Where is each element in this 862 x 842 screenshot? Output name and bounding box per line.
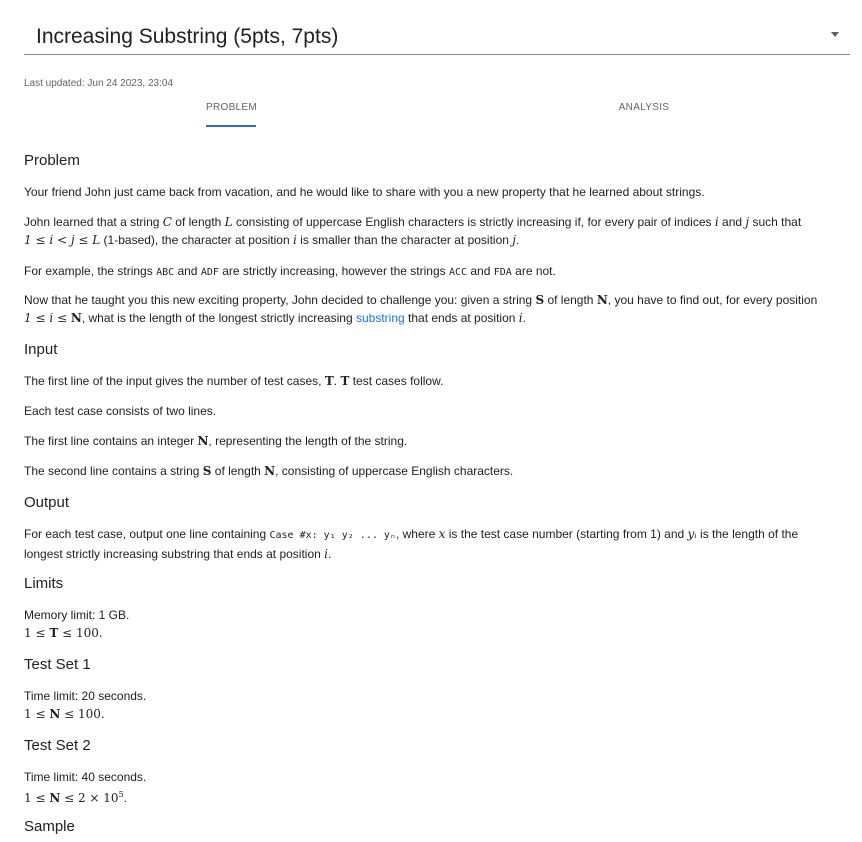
output-paragraph: For each test case, output one line cont…	[24, 527, 799, 561]
input-line-4: The second line contains a string S of l…	[24, 464, 514, 478]
heading-test-set-1: Test Set 1	[24, 656, 91, 673]
test-set-1-block: Time limit: 20 seconds. 1 ≤ N ≤ 100.	[24, 689, 147, 721]
substring-link[interactable]: substring	[356, 311, 405, 325]
input-line-3: The first line contains an integer N, re…	[24, 434, 408, 448]
problem-selector[interactable]: Increasing Substring (5pts, 7pts)	[24, 20, 850, 55]
problem-paragraph-4: Now that he taught you this new exciting…	[24, 293, 818, 325]
input-line-2: Each test case consists of two lines.	[24, 404, 217, 418]
problem-paragraph-3: For example, the strings ABC and ADF are…	[24, 264, 556, 278]
heading-input: Input	[24, 341, 58, 358]
heading-output: Output	[24, 494, 70, 511]
problem-paragraph-1: Your friend John just came back from vac…	[24, 185, 705, 199]
problem-title: Increasing Substring (5pts, 7pts)	[36, 25, 339, 48]
tab-problem[interactable]: PROBLEM	[206, 102, 257, 113]
heading-limits: Limits	[24, 575, 64, 592]
heading-problem: Problem	[24, 152, 80, 169]
active-tab-indicator	[206, 125, 256, 127]
test-set-2-block: Time limit: 40 seconds. 1 ≤ N ≤ 2 × 105.	[24, 770, 147, 805]
input-line-1: The first line of the input gives the nu…	[24, 374, 444, 388]
problem-paragraph-2: John learned that a string C of length L…	[24, 215, 802, 247]
dropdown-arrow-icon[interactable]	[831, 32, 839, 37]
tab-analysis[interactable]: ANALYSIS	[612, 102, 676, 113]
heading-sample: Sample	[24, 818, 75, 835]
heading-test-set-2: Test Set 2	[24, 737, 91, 754]
limits-block: Memory limit: 1 GB. 1 ≤ T ≤ 100.	[24, 608, 130, 640]
last-updated: Last updated: Jun 24 2023, 23:04	[24, 78, 174, 89]
